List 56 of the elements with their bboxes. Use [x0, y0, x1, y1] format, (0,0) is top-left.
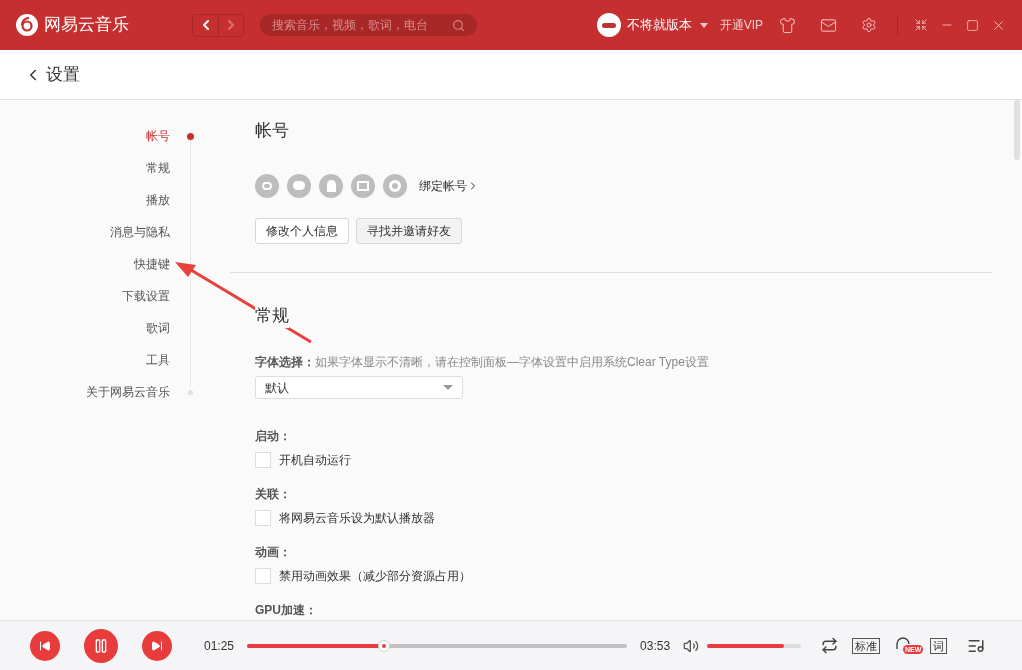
option-heading: GPU加速： [255, 602, 318, 619]
user-name[interactable]: 不将就版本 [626, 15, 692, 35]
shirt-icon[interactable] [779, 16, 796, 34]
checkbox[interactable] [255, 510, 271, 526]
nav-item[interactable]: 常规 [146, 159, 170, 177]
option-label: 禁用动画效果（减少部分资源占用） [279, 568, 471, 585]
font-select[interactable]: 默认 [255, 376, 463, 399]
hint-text: 如果字体显示不清晰，请在控制面板—字体设置中启用系统Clear Type设置 [315, 354, 709, 371]
vip-link[interactable]: 开通VIP [719, 16, 763, 34]
volume-track[interactable] [707, 643, 802, 648]
section-title: 帐号 [255, 120, 290, 142]
quality-button[interactable]: 标准 [852, 637, 881, 654]
nav-item[interactable]: 歌词 [146, 319, 170, 337]
nav-item[interactable]: 帐号 [146, 127, 170, 145]
dropdown-icon[interactable] [699, 22, 708, 28]
maximize-icon[interactable] [966, 18, 979, 32]
nav-item[interactable]: 下载设置 [122, 287, 170, 305]
nav-item[interactable]: 快捷键 [134, 255, 170, 273]
app-name: 网易云音乐 [44, 14, 129, 37]
nav-item[interactable]: 消息与隐私 [110, 223, 170, 241]
option-heading: 字体选择： [255, 354, 315, 371]
nav-item[interactable]: 关于网易云音乐 [86, 383, 170, 401]
previous-icon [39, 639, 51, 652]
pause-button[interactable] [84, 628, 118, 663]
nav-item[interactable]: 工具 [146, 351, 170, 369]
search-field[interactable]: 搜索音乐，视频，歌词，电台 [260, 14, 477, 36]
elapsed-time: 01:25 [204, 637, 235, 655]
dropdown-icon [443, 385, 453, 390]
avatar[interactable] [596, 13, 621, 37]
total-time: 03:53 [640, 637, 671, 655]
next-icon [151, 639, 163, 652]
previous-button[interactable] [30, 630, 60, 661]
bind-account-link[interactable]: 绑定帐号 [419, 176, 479, 195]
account-button[interactable]: 寻找并邀请好友 [356, 217, 462, 244]
option-label: 将网易云音乐设为默认播放器 [279, 510, 435, 527]
option-heading: 动画： [255, 544, 292, 561]
option-label: 开机自动运行 [279, 452, 351, 469]
logo-icon [16, 14, 38, 36]
search-icon [452, 18, 465, 32]
repeat-icon[interactable] [821, 637, 839, 654]
checkbox[interactable] [255, 568, 271, 584]
scrollbar[interactable] [1014, 100, 1020, 160]
settings-icon[interactable] [861, 17, 877, 33]
mail-icon[interactable] [820, 16, 837, 34]
account-button[interactable]: 修改个人信息 [255, 217, 349, 244]
next-button[interactable] [142, 630, 172, 661]
progress-handle[interactable] [377, 639, 390, 652]
lyrics-button[interactable]: 词 [930, 637, 948, 654]
checkbox[interactable] [255, 452, 271, 468]
pause-icon [93, 637, 109, 654]
nav-item[interactable]: 播放 [146, 191, 170, 209]
volume-icon[interactable] [683, 637, 700, 654]
option-heading: 启动： [255, 428, 292, 445]
option-heading: 关联： [255, 486, 292, 503]
page-title: 设置 [46, 63, 80, 86]
mini-mode-icon[interactable] [914, 18, 928, 32]
